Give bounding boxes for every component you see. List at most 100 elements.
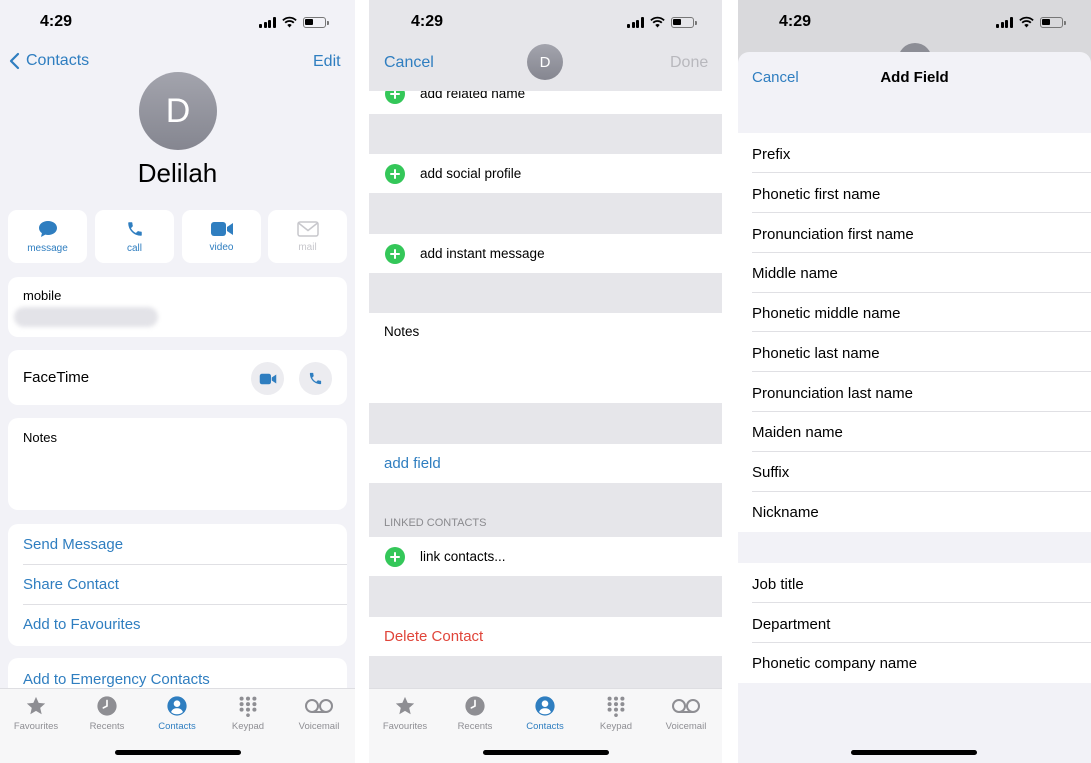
instant-message-row[interactable]: add instant message bbox=[369, 234, 722, 273]
mail-action-button[interactable]: mail bbox=[268, 210, 347, 263]
video-action-button[interactable]: video bbox=[182, 210, 261, 263]
tab-label: Recents bbox=[89, 721, 125, 732]
add-field-screen: 4:29 Cancel Add Field Prefix Phonetic fi… bbox=[738, 0, 1091, 763]
tab-label: Voicemail bbox=[665, 721, 707, 732]
divider bbox=[752, 172, 1091, 173]
add-field-row[interactable]: add field bbox=[369, 444, 722, 483]
back-label: Contacts bbox=[26, 52, 90, 69]
voicemail-icon bbox=[672, 699, 700, 713]
add-field-sheet: Cancel Add Field Prefix Phonetic first n… bbox=[738, 52, 1091, 763]
back-to-contacts-button[interactable]: Contacts bbox=[9, 52, 89, 70]
field-option[interactable]: Phonetic last name bbox=[752, 345, 880, 362]
divider bbox=[752, 292, 1091, 293]
notes-field[interactable]: Notes bbox=[369, 313, 722, 403]
work-fields-group: Job title Department Phonetic company na… bbox=[738, 563, 1091, 683]
signal-icon bbox=[259, 16, 276, 28]
facetime-video-button[interactable] bbox=[251, 362, 284, 395]
field-option[interactable]: Pronunciation last name bbox=[752, 385, 913, 402]
field-option[interactable]: Maiden name bbox=[752, 424, 843, 441]
star-icon bbox=[26, 696, 46, 715]
clock-icon bbox=[465, 696, 485, 716]
tab-label: Keypad bbox=[599, 721, 633, 732]
field-option[interactable]: Nickname bbox=[752, 504, 819, 521]
divider bbox=[752, 252, 1091, 253]
field-option[interactable]: Phonetic middle name bbox=[752, 305, 900, 322]
field-option[interactable]: Suffix bbox=[752, 464, 789, 481]
home-indicator bbox=[851, 750, 977, 755]
add-field-button[interactable]: add field bbox=[384, 455, 441, 472]
tab-bar: Favourites Recents Contacts Keypad Voice… bbox=[369, 688, 722, 763]
add-instant-message-label: add instant message bbox=[420, 246, 545, 261]
related-name-row[interactable]: add related name bbox=[369, 91, 722, 114]
status-icons bbox=[996, 16, 1066, 28]
wifi-icon bbox=[1018, 16, 1034, 28]
tab-label: Recents bbox=[457, 721, 493, 732]
tab-favourites[interactable]: Favourites bbox=[1, 695, 71, 732]
divider bbox=[752, 371, 1091, 372]
share-contact-link[interactable]: Share Contact bbox=[23, 576, 119, 593]
call-action-label: call bbox=[126, 242, 142, 254]
divider bbox=[752, 642, 1091, 643]
field-option[interactable]: Phonetic company name bbox=[752, 655, 917, 672]
link-contacts-label: link contacts... bbox=[420, 549, 506, 564]
mobile-label: mobile bbox=[23, 288, 62, 303]
status-icons bbox=[627, 16, 697, 28]
social-profile-row[interactable]: add social profile bbox=[369, 154, 722, 193]
add-emergency-contacts-link[interactable]: Add to Emergency Contacts bbox=[23, 671, 210, 688]
send-message-link[interactable]: Send Message bbox=[23, 536, 123, 553]
link-contacts-row[interactable]: link contacts... bbox=[369, 537, 722, 576]
field-option[interactable]: Phonetic first name bbox=[752, 186, 880, 203]
tab-keypad[interactable]: Keypad bbox=[213, 695, 283, 732]
signal-icon bbox=[996, 16, 1013, 28]
tab-voicemail[interactable]: Voicemail bbox=[651, 695, 721, 732]
divider bbox=[752, 451, 1091, 452]
call-action-button[interactable]: call bbox=[95, 210, 174, 263]
tab-recents[interactable]: Recents bbox=[440, 695, 510, 732]
contact-name: Delilah bbox=[137, 158, 218, 188]
notes-label: Notes bbox=[384, 324, 420, 339]
sheet-cancel-button[interactable]: Cancel bbox=[752, 69, 799, 86]
tab-favourites[interactable]: Favourites bbox=[370, 695, 440, 732]
wifi-icon bbox=[281, 16, 297, 28]
divider bbox=[752, 212, 1091, 213]
mail-icon bbox=[296, 220, 319, 237]
add-to-favourites-link[interactable]: Add to Favourites bbox=[23, 616, 141, 633]
mobile-number-card[interactable]: mobile bbox=[8, 277, 347, 337]
add-related-name-label: add related name bbox=[420, 91, 526, 101]
tab-label: Contacts bbox=[158, 721, 196, 732]
done-button[interactable]: Done bbox=[670, 54, 708, 72]
add-icon bbox=[385, 91, 405, 104]
divider bbox=[752, 602, 1091, 603]
tab-keypad[interactable]: Keypad bbox=[581, 695, 651, 732]
mail-action-label: mail bbox=[298, 241, 317, 253]
divider bbox=[23, 564, 347, 565]
field-option[interactable]: Department bbox=[752, 616, 830, 633]
tab-recents[interactable]: Recents bbox=[72, 695, 142, 732]
contact-detail-screen: 4:29 Contacts Edit D Delilah message cal… bbox=[0, 0, 355, 763]
add-icon bbox=[385, 547, 405, 567]
field-option[interactable]: Pronunciation first name bbox=[752, 226, 914, 243]
message-action-button[interactable]: message bbox=[8, 210, 87, 263]
tab-contacts[interactable]: Contacts bbox=[510, 695, 580, 732]
avatar: D bbox=[527, 44, 563, 80]
field-option[interactable]: Prefix bbox=[752, 146, 790, 163]
star-icon bbox=[395, 696, 415, 715]
divider bbox=[752, 491, 1091, 492]
cancel-button[interactable]: Cancel bbox=[384, 54, 434, 72]
actions-list-card: Send Message Share Contact Add to Favour… bbox=[8, 524, 347, 646]
message-icon bbox=[38, 220, 57, 237]
edit-button[interactable]: Edit bbox=[313, 53, 341, 71]
facetime-audio-button[interactable] bbox=[299, 362, 332, 395]
field-option[interactable]: Job title bbox=[752, 576, 804, 593]
tab-voicemail[interactable]: Voicemail bbox=[284, 695, 354, 732]
field-option[interactable]: Middle name bbox=[752, 265, 838, 282]
home-indicator bbox=[115, 750, 241, 755]
delete-contact-row[interactable]: Delete Contact bbox=[369, 617, 722, 656]
video-icon bbox=[259, 373, 276, 384]
message-action-label: message bbox=[27, 242, 68, 254]
delete-contact-button[interactable]: Delete Contact bbox=[384, 628, 483, 645]
avatar: D bbox=[139, 72, 217, 150]
tab-contacts[interactable]: Contacts bbox=[142, 695, 212, 732]
notes-card[interactable]: Notes bbox=[8, 418, 347, 510]
tab-label: Contacts bbox=[526, 721, 564, 732]
